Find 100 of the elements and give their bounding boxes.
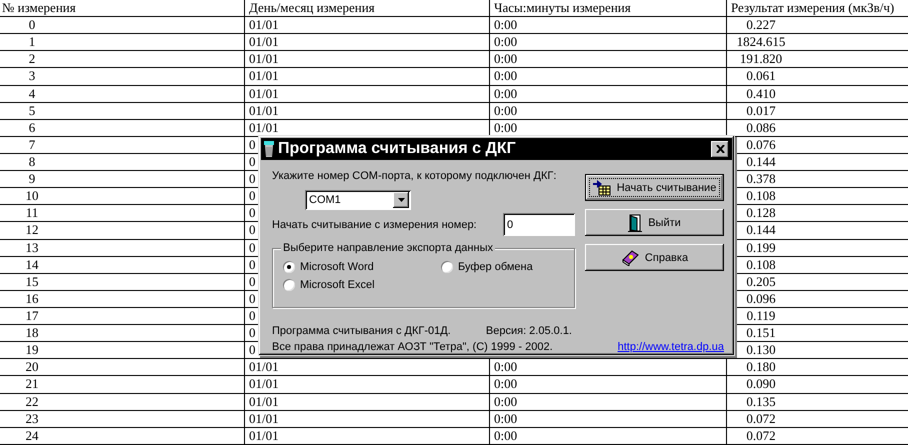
table-cell: 0:00 — [494, 410, 518, 427]
table-cell-text: 0.090 — [745, 376, 777, 392]
table-cell-text: 12 — [24, 222, 40, 238]
table-cell: 0:00 — [494, 394, 518, 410]
table-cell-text: 0.072 — [745, 410, 777, 427]
table-cell: 0:00 — [494, 102, 518, 119]
table-cell: 0 — [249, 240, 256, 256]
door-icon — [628, 214, 642, 232]
device-icon — [264, 141, 274, 157]
table-cell-text: 15 — [24, 274, 40, 290]
table-cell: 0 — [249, 290, 256, 307]
table-cell-text: 0 — [28, 17, 36, 34]
table-cell-text: 4 — [28, 86, 36, 102]
field-label: Укажите номер COM-порта, к которому подключен ДКГ: — [272, 170, 558, 182]
table-cell-text: 2 — [28, 51, 36, 68]
table-cell: 01/01 — [249, 68, 279, 84]
table-cell-text: 13 — [24, 240, 40, 256]
table-cell-text: 0.061 — [745, 68, 777, 84]
table-cell: 0:00 — [494, 17, 518, 34]
table-cell-text: 0.180 — [745, 359, 777, 376]
table-cell: 0:00 — [494, 86, 518, 102]
input-field[interactable]: 0 — [503, 213, 575, 236]
table-cell: 01/01 — [249, 394, 279, 410]
table-cell: 0 — [249, 325, 256, 342]
table-cell-text: 17 — [24, 308, 40, 324]
table-cell-text: 0.205 — [745, 274, 777, 290]
column-header: № измерения — [2, 0, 76, 16]
column-header: День/месяц измерения — [249, 0, 375, 16]
table-cell: 0 — [249, 171, 256, 188]
table-cell-text: 0.410 — [745, 86, 777, 102]
table-cell-text: 18 — [24, 325, 40, 342]
table-cell: 01/01 — [249, 410, 279, 427]
table-cell-text: 5 — [28, 102, 36, 119]
table-cell: 0:00 — [494, 428, 518, 444]
close-icon — [716, 145, 724, 153]
start-button[interactable]: Начать считывание — [585, 174, 724, 201]
table-cell-text: 1 — [28, 34, 36, 50]
table-cell: 0 — [249, 308, 256, 324]
table-cell-text: 3 — [28, 68, 36, 84]
table-cell-text: 0.199 — [745, 240, 777, 256]
table-cell-text: 0.086 — [745, 120, 777, 136]
table-cell-text: 22 — [24, 394, 40, 410]
table-cell: 01/01 — [249, 428, 279, 444]
group-title: Выберите направление экспорта данных — [281, 242, 495, 254]
table-cell-text: 0.151 — [745, 325, 777, 342]
table-cell-text: 8 — [28, 154, 36, 170]
table-cell: 0 — [249, 136, 256, 153]
table-cell-text: 19 — [24, 342, 40, 358]
table-cell-text: 0.144 — [745, 222, 777, 238]
table-cell-text: 0.072 — [745, 428, 777, 444]
table-cell-text: 7 — [28, 136, 36, 153]
table-cell: 0 — [249, 342, 256, 358]
table-cell-text: 0.144 — [745, 154, 777, 170]
copyright-text: Все права принадлежат АОЗТ "Тетра", (C) 1999 - 2002. — [272, 341, 553, 353]
program-info: Программа считывания с ДКГ-01Д. — [272, 325, 451, 337]
table-cell: 0 — [249, 256, 256, 273]
radio-option[interactable]: Буфер обмена — [441, 261, 574, 273]
help-button[interactable]: Справка — [585, 244, 724, 271]
close-button[interactable] — [711, 140, 729, 158]
table-cell: 0 — [249, 188, 256, 204]
table-cell: 01/01 — [249, 376, 279, 392]
table-cell: 0 — [249, 154, 256, 170]
table-cell: 01/01 — [249, 17, 279, 34]
table-cell: 0:00 — [494, 68, 518, 84]
dropdown-arrow-icon — [398, 198, 404, 202]
table-cell: 01/01 — [249, 34, 279, 50]
table-cell-text: 0.135 — [745, 394, 777, 410]
table-cell: 0:00 — [494, 51, 518, 68]
port-dropdown[interactable]: COM1 — [305, 190, 411, 210]
table-cell: 01/01 — [249, 51, 279, 68]
table-cell: 0:00 — [494, 120, 518, 136]
table-cell-text: 0.227 — [745, 17, 777, 34]
table-cell-text: 191.820 — [738, 51, 784, 68]
column-header: Результат измерения (мкЗв/ч) — [731, 0, 894, 16]
table-cell: 01/01 — [249, 359, 279, 376]
table-cell-text: 0.130 — [745, 342, 777, 358]
table-cell-text: 0.108 — [745, 188, 777, 204]
table-cell: 0 — [249, 205, 256, 222]
table-cell-text: 24 — [24, 428, 40, 444]
table-cell-text: 0.076 — [745, 136, 777, 153]
table-cell-text: 20 — [24, 359, 40, 376]
website-link[interactable]: http://www.tetra.dp.ua — [618, 341, 724, 353]
import-icon — [592, 180, 611, 196]
table-cell: 01/01 — [249, 86, 279, 102]
table-cell-text: 0.378 — [745, 171, 777, 188]
exit-button[interactable]: Выйти — [585, 209, 724, 236]
book-icon — [620, 250, 639, 266]
table-cell: 01/01 — [249, 120, 279, 136]
table-cell-text: 21 — [24, 376, 40, 392]
table-cell-text: 11 — [24, 205, 40, 222]
window-title: Программа считывания с ДКГ — [278, 140, 517, 158]
field-label: Начать считывание с измерения номер: — [272, 219, 477, 231]
table-cell: 0:00 — [494, 359, 518, 376]
table-cell-text: 0.128 — [745, 205, 777, 222]
radio-option[interactable]: Microsoft Excel — [283, 279, 441, 291]
radio-option[interactable]: Microsoft Word — [283, 261, 441, 273]
table-cell-text: 16 — [24, 290, 40, 307]
table-cell-text: 10 — [24, 188, 40, 204]
table-cell: 0 — [249, 222, 256, 238]
table-cell: 0 — [249, 274, 256, 290]
